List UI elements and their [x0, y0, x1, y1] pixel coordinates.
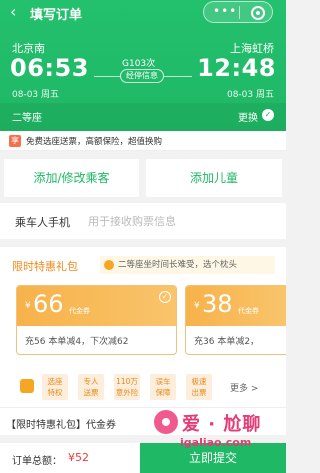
- coupon-card[interactable]: ¥ 38 代金券 充36 本单减2，: [185, 285, 286, 355]
- coupon-card[interactable]: ¥ 66 代金券 ✓ 充56 本单减4，下次减62: [16, 285, 177, 355]
- coupon-amount: 38: [202, 290, 233, 318]
- capsule-divider: [239, 6, 240, 19]
- gift-icon: [20, 379, 34, 393]
- departure-date: 08-03 周五: [12, 90, 60, 100]
- phone-row: 乘车人手机: [0, 203, 286, 239]
- train-number: G103次: [122, 59, 156, 69]
- gift-hint-text: 二等座坐时间长难受，选个枕头: [118, 260, 238, 270]
- total-value: ¥52: [68, 451, 89, 464]
- more-icon[interactable]: •••: [213, 4, 237, 18]
- ticket-header: ‹ 填写订单 ••• 北京南 06:53 08-03 周五 G103次 经停信息…: [0, 0, 286, 131]
- coupon-top: ¥ 38 代金券: [186, 286, 286, 326]
- seat-class: 二等座: [12, 113, 42, 124]
- coupon-currency: ¥: [194, 301, 200, 311]
- selected-check-icon: ✓: [159, 291, 171, 303]
- gift-hint: 二等座坐时间长难受，选个枕头: [100, 256, 275, 274]
- promo-strip: 享 免费选座送票，高额保险，超值换购: [0, 131, 286, 151]
- bottom-bar: 订单总额： ¥52 立即提交: [0, 443, 286, 473]
- phone-label: 乘车人手机: [15, 216, 70, 229]
- add-child-button[interactable]: 添加儿童: [146, 159, 282, 197]
- coupon-rule: 充56 本单减4，下次减62: [25, 337, 129, 347]
- close-target-icon[interactable]: [251, 6, 265, 20]
- arrival-date: 08-03 周五: [226, 90, 274, 100]
- promo-text: 免费选座送票，高额保险，超值换购: [26, 137, 163, 147]
- perk-item: 专人 送票: [78, 374, 104, 400]
- coupon-amount: 66: [33, 290, 64, 318]
- gift-title: 限时特惠礼包: [12, 260, 78, 273]
- perk-item: 110万 意外险: [114, 374, 140, 400]
- phone-input[interactable]: [88, 211, 273, 231]
- back-arrow-icon[interactable]: ‹: [10, 3, 16, 21]
- page-title: 填写订单: [30, 8, 83, 23]
- promo-tag: 享: [9, 135, 21, 147]
- coupon-unit: 代金券: [238, 307, 259, 315]
- perk-item: 误车 保障: [150, 374, 176, 400]
- nav-bar: ‹ 填写订单 •••: [0, 0, 286, 26]
- submit-order-button[interactable]: 立即提交: [140, 443, 286, 473]
- pillow-icon: [104, 260, 114, 270]
- perk-item: 选座 特权: [42, 374, 68, 400]
- arrival-time: 12:48: [197, 54, 276, 82]
- change-seat-button[interactable]: 更换: [238, 109, 258, 124]
- total-label: 订单总额：: [12, 456, 62, 467]
- more-perks-link[interactable]: 更多 >: [230, 381, 258, 394]
- package-notice: 【限时特惠礼包】代金券: [0, 407, 286, 435]
- add-passenger-row: 添加/修改乘客 添加儿童: [0, 159, 286, 197]
- coupon-top: ¥ 66 代金券 ✓: [17, 286, 176, 326]
- notice-text: 【限时特惠礼包】代金券: [6, 420, 116, 431]
- coupon-unit: 代金券: [69, 307, 90, 315]
- add-edit-passenger-button[interactable]: 添加/修改乘客: [4, 159, 139, 197]
- mini-program-capsule: •••: [203, 1, 273, 23]
- perks-row: 选座 特权 专人 送票 110万 意外险 误车 保障 极速 出票 更多 >: [0, 372, 286, 402]
- departure-time: 06:53: [10, 54, 89, 82]
- gift-package-card: 限时特惠礼包 二等座坐时间长难受，选个枕头 ¥ 66 代金券 ✓ 充56 本单减…: [0, 247, 286, 407]
- stops-info-button[interactable]: 经停信息: [120, 69, 164, 83]
- coupon-currency: ¥: [25, 301, 31, 311]
- seat-bar: 二等座 更换 ✓: [0, 103, 286, 131]
- perk-item: 极速 出票: [186, 374, 212, 400]
- coupon-rule: 充36 本单减2，: [194, 337, 260, 347]
- check-icon[interactable]: ✓: [262, 109, 274, 121]
